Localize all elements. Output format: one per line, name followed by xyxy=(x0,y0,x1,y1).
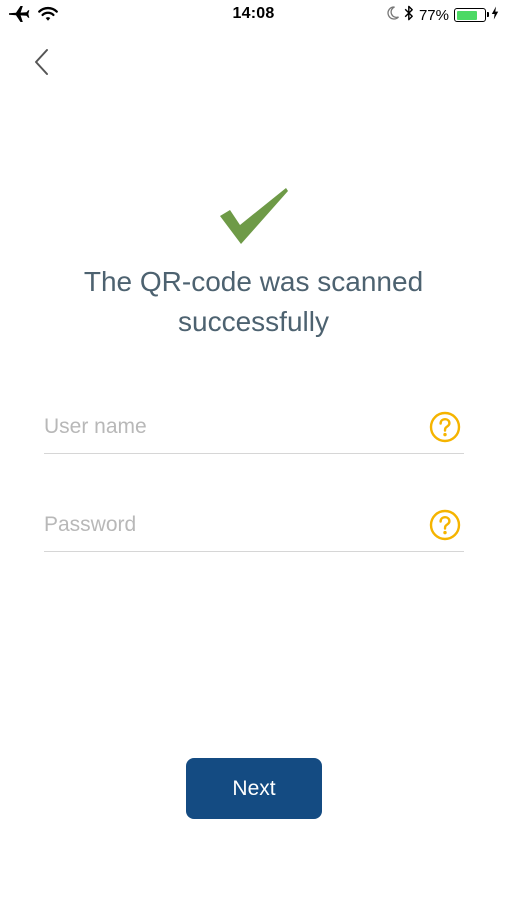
battery-level xyxy=(456,10,478,20)
success-message-line-1: The QR-code was scanned xyxy=(83,266,424,297)
charging-bolt-icon xyxy=(491,6,499,24)
checkmark-icon xyxy=(218,185,290,247)
next-button[interactable]: Next xyxy=(186,758,322,819)
status-bar: 14:08 77% xyxy=(0,0,507,30)
username-help-icon[interactable] xyxy=(429,411,461,443)
success-message-line-2: successfully xyxy=(178,306,329,337)
password-field-container xyxy=(44,500,464,552)
bluetooth-icon xyxy=(404,5,414,25)
password-input[interactable] xyxy=(44,510,414,540)
battery-icon xyxy=(454,8,489,22)
password-help-icon[interactable] xyxy=(429,509,461,541)
username-field-container xyxy=(44,402,464,454)
status-bar-right: 77% xyxy=(387,5,499,25)
battery-percent: 77% xyxy=(418,6,449,24)
chevron-left-icon xyxy=(30,49,56,84)
success-message: The QR-code was scanned successfully xyxy=(40,262,467,342)
username-input[interactable] xyxy=(44,412,414,442)
battery-cap xyxy=(487,12,489,17)
moon-icon xyxy=(387,6,399,24)
back-button[interactable] xyxy=(30,44,56,80)
